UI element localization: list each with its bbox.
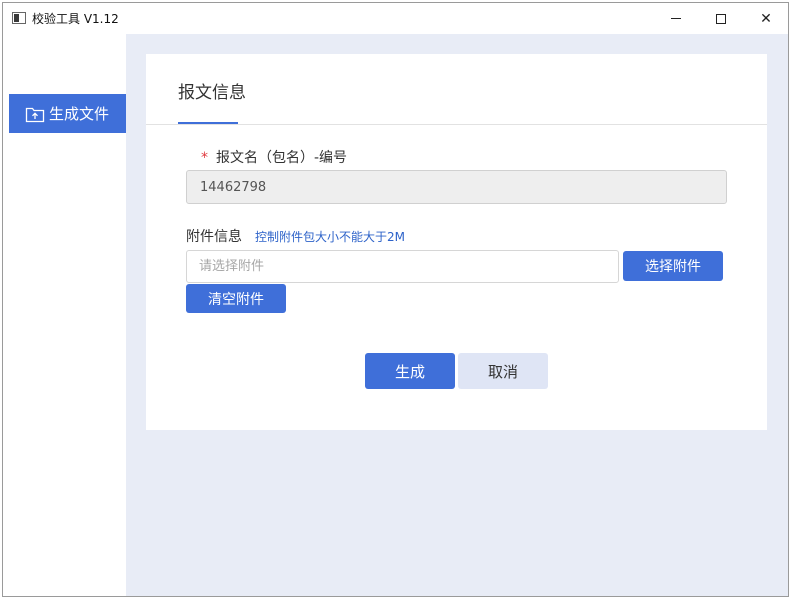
divider: [146, 124, 767, 125]
sidebar-item-generate-file[interactable]: 生成文件: [9, 94, 126, 133]
sidebar-item-label: 生成文件: [49, 105, 110, 123]
folder-upload-icon: [25, 107, 45, 122]
clear-attachment-button[interactable]: 清空附件: [186, 284, 286, 313]
form-card: 报文信息 * 报文名（包名）-编号 14462798 附件信息 控制附件包大小不能…: [146, 54, 767, 430]
app-icon: [12, 12, 26, 24]
form-title: 报文信息: [178, 83, 246, 103]
content-area: 报文信息 * 报文名（包名）-编号 14462798 附件信息 控制附件包大小不能…: [126, 34, 788, 596]
choose-attachment-button[interactable]: 选择附件: [623, 251, 723, 281]
message-name-field[interactable]: 14462798: [186, 170, 727, 204]
attachment-size-hint: 控制附件包大小不能大于2M: [255, 230, 405, 244]
app-window: 校验工具 V1.12 ✕ 生成文件 报文信息 * 报文名（包名）-编号 1446…: [2, 2, 789, 597]
attachment-input[interactable]: [186, 250, 619, 283]
window-title: 校验工具 V1.12: [32, 12, 119, 26]
generate-button[interactable]: 生成: [365, 353, 455, 389]
close-icon: ✕: [760, 10, 772, 27]
name-field-label: * 报文名（包名）-编号: [201, 147, 347, 167]
attachment-label: 附件信息: [186, 229, 242, 245]
maximize-button[interactable]: [698, 3, 744, 34]
required-mark: *: [201, 150, 208, 166]
minimize-button[interactable]: [653, 3, 699, 34]
minimize-icon: [671, 18, 681, 19]
maximize-icon: [716, 13, 726, 24]
title-bar[interactable]: 校验工具 V1.12 ✕: [3, 3, 788, 34]
close-button[interactable]: ✕: [743, 3, 789, 34]
message-name-value: 14462798: [200, 179, 267, 195]
sidebar: 生成文件: [3, 34, 126, 596]
name-field-label-text: 报文名（包名）-编号: [216, 150, 348, 166]
cancel-button[interactable]: 取消: [458, 353, 548, 389]
